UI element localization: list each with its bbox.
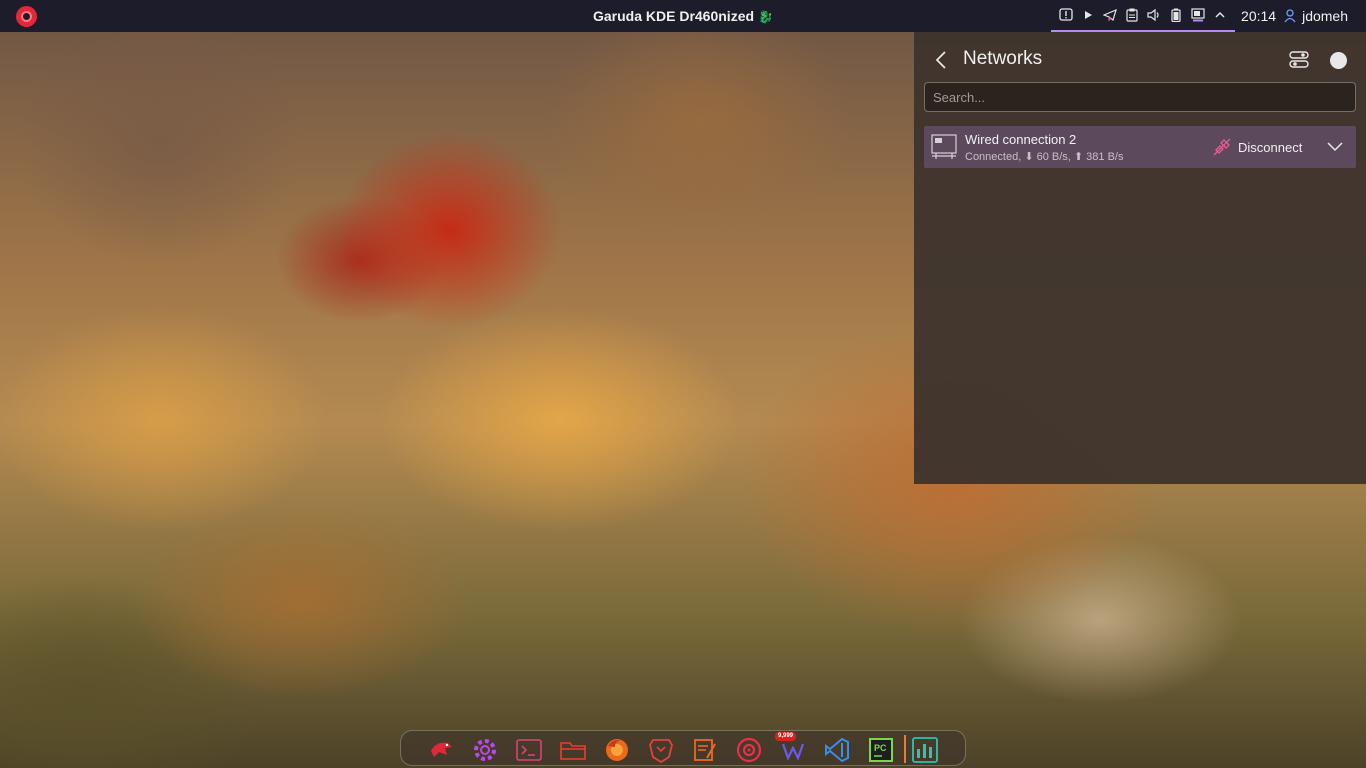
music-player-icon (736, 737, 762, 763)
user-switcher[interactable]: jdomeh (1284, 8, 1348, 24)
network-settings-button[interactable] (1288, 49, 1310, 71)
vscode-icon (825, 737, 849, 763)
dock-firefox[interactable] (603, 736, 631, 764)
app-launcher-button[interactable] (16, 6, 37, 27)
writer-icon (781, 743, 805, 761)
chevron-left-icon (935, 51, 946, 69)
system-monitor-icon (912, 737, 938, 763)
battery-icon[interactable] (1169, 8, 1183, 22)
dock-file-manager[interactable] (559, 736, 587, 764)
volume-icon[interactable] (1147, 8, 1161, 22)
top-panel: Garuda KDE Dr460nized 🐉 20:14 jdomeh (0, 0, 1366, 32)
networks-popup: Networks Wired connection 2 Connected, ⬇… (914, 32, 1366, 484)
dock-vscode[interactable] (823, 736, 851, 764)
telegram-icon[interactable] (1103, 8, 1117, 22)
connection-item-wired[interactable]: Wired connection 2 Connected, ⬇ 60 B/s, … (924, 126, 1356, 168)
back-button[interactable] (932, 48, 950, 72)
networks-header: Networks (914, 44, 1366, 76)
user-icon (1284, 9, 1296, 23)
disconnect-plug-icon (1213, 138, 1231, 156)
settings-toggle-icon (1289, 51, 1309, 68)
dock-pycharm[interactable]: PC (867, 736, 895, 764)
disconnect-label: Disconnect (1238, 139, 1303, 155)
window-title-text: Garuda KDE Dr460nized (592, 8, 755, 24)
dragon-icon: 🐉 (758, 10, 773, 24)
folder-icon (560, 742, 586, 760)
terminal-icon (516, 739, 542, 761)
dock-writer[interactable]: 9,999 (775, 732, 807, 764)
settings-gear-icon (474, 739, 496, 761)
dock-music-player[interactable] (735, 736, 763, 764)
networks-title: Networks (963, 48, 1043, 69)
clock[interactable]: 20:14 (1241, 8, 1276, 24)
dock-brave[interactable] (647, 736, 675, 764)
dock-garuda-launcher[interactable] (427, 736, 455, 764)
notifications-icon[interactable] (1059, 8, 1073, 22)
pycharm-icon: PC (869, 738, 893, 762)
username: jdomeh (1302, 8, 1348, 24)
wired-network-icon (931, 134, 957, 159)
tray-expand-icon[interactable] (1213, 8, 1227, 22)
connection-name: Wired connection 2 (965, 132, 1077, 147)
clipboard-icon[interactable] (1125, 8, 1139, 22)
notification-badge: 9,999 (775, 732, 797, 741)
dock-text-editor[interactable] (691, 736, 719, 764)
media-play-icon[interactable] (1081, 8, 1095, 22)
dock-terminal[interactable] (515, 736, 543, 764)
text-editor-icon (694, 739, 716, 761)
svg-text:PC: PC (874, 743, 887, 753)
dock-separator (904, 735, 906, 763)
disconnect-button[interactable]: Disconnect (1212, 135, 1302, 159)
tray-icons (1051, 0, 1236, 32)
system-tray: 20:14 jdomeh (1051, 0, 1366, 32)
dock-system-monitor[interactable] (911, 736, 939, 764)
brave-lion-icon (649, 739, 673, 763)
dock-settings[interactable] (471, 736, 499, 764)
connection-status: Connected, ⬇ 60 B/s, ⬆ 381 B/s (965, 151, 1124, 163)
garuda-eagle-icon (431, 742, 452, 757)
expand-details-button[interactable] (1326, 138, 1344, 156)
network-icon[interactable] (1191, 8, 1205, 22)
firefox-icon (606, 739, 628, 761)
chevron-down-icon (1327, 142, 1343, 152)
dock: 9,999 PC (400, 730, 966, 766)
search-input[interactable] (924, 82, 1356, 112)
garuda-logo-icon (21, 11, 32, 22)
pin-toggle-button[interactable] (1330, 52, 1347, 69)
